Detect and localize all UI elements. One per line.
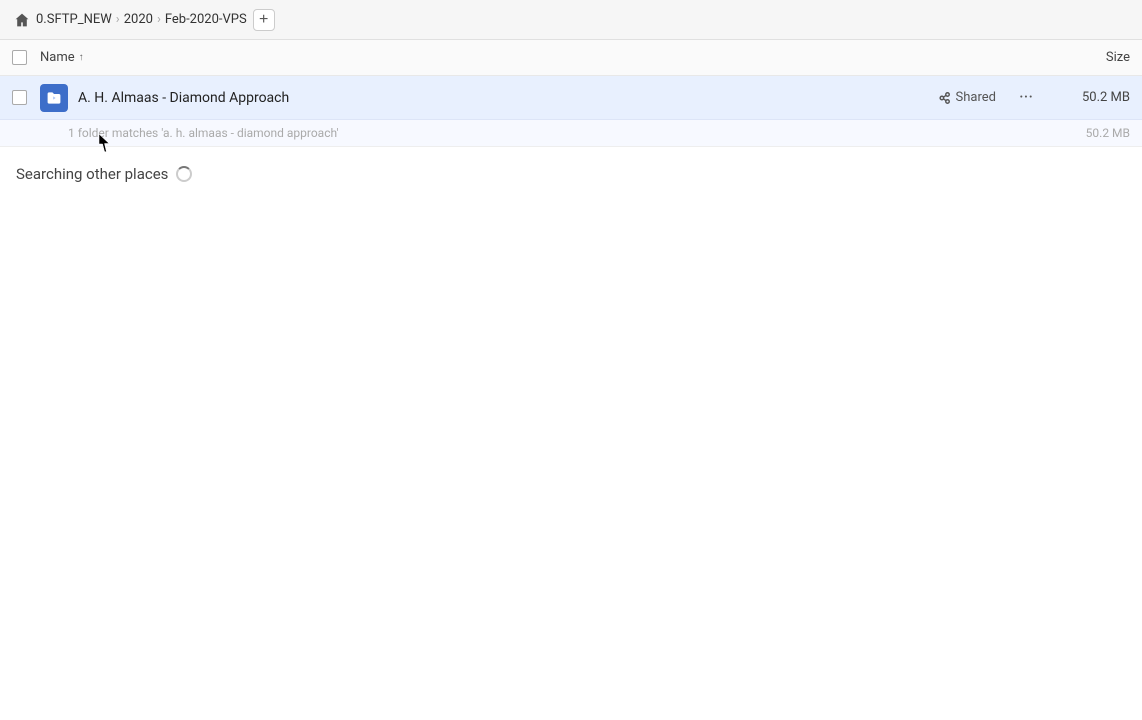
select-all-checkbox-area: [12, 50, 40, 65]
more-options-button[interactable]: ···: [1012, 84, 1040, 112]
size-column-header[interactable]: Size: [1050, 50, 1130, 65]
row-checkbox-area: [12, 90, 40, 105]
add-location-button[interactable]: +: [253, 9, 275, 31]
searching-label: Searching other places: [16, 165, 1126, 183]
breadcrumb-separator-2: ›: [157, 12, 161, 27]
name-column-label: Name: [40, 50, 75, 65]
match-info-text: 1 folder matches 'a. h. almaas - diamond…: [68, 126, 1050, 140]
breadcrumb-bar: 0.SFTP_NEW › 2020 › Feb-2020-VPS +: [0, 0, 1142, 40]
select-all-checkbox[interactable]: [12, 50, 27, 65]
shared-label: Shared: [956, 90, 996, 105]
column-headers: Name ↑ Size: [0, 40, 1142, 76]
sort-arrow-icon: ↑: [79, 52, 84, 63]
file-size-label: 50.2 MB: [1050, 90, 1130, 105]
shared-badge[interactable]: Shared: [937, 90, 996, 105]
name-column-header[interactable]: Name ↑: [40, 50, 1050, 65]
row-checkbox[interactable]: [12, 90, 27, 105]
breadcrumb: 0.SFTP_NEW › 2020 › Feb-2020-VPS: [36, 12, 247, 27]
file-name-label: A. H. Almaas - Diamond Approach: [78, 90, 937, 106]
folder-icon: [40, 84, 68, 112]
searching-section: Searching other places: [0, 147, 1142, 201]
table-row[interactable]: A. H. Almaas - Diamond Approach Shared ·…: [0, 76, 1142, 120]
breadcrumb-separator-1: ›: [116, 12, 120, 27]
loading-spinner: [176, 166, 192, 182]
ellipsis-icon: ···: [1019, 87, 1033, 108]
breadcrumb-item-sftp[interactable]: 0.SFTP_NEW: [36, 12, 112, 27]
match-info-row: 1 folder matches 'a. h. almaas - diamond…: [0, 120, 1142, 147]
breadcrumb-item-2020[interactable]: 2020: [124, 12, 153, 27]
match-info-size: 50.2 MB: [1050, 126, 1130, 140]
breadcrumb-item-feb[interactable]: Feb-2020-VPS: [165, 12, 247, 27]
searching-text: Searching other places: [16, 165, 168, 183]
home-icon[interactable]: [12, 10, 32, 30]
